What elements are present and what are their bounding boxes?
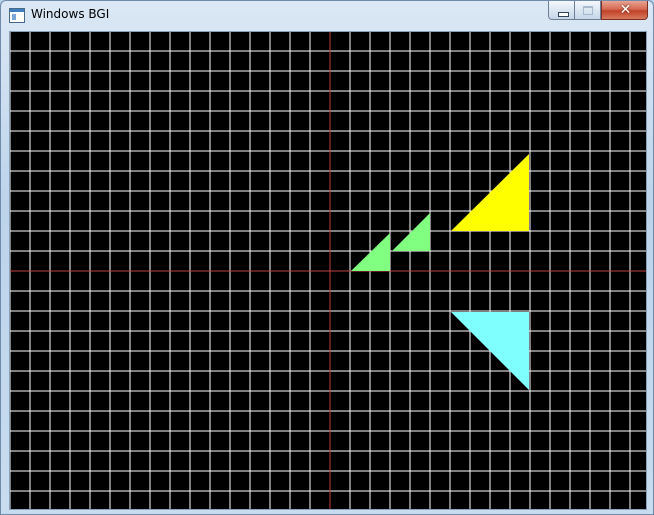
close-icon: ✕ — [619, 2, 632, 18]
app-icon[interactable] — [9, 8, 25, 23]
graphics-surface — [10, 32, 646, 509]
maximize-icon — [583, 6, 593, 15]
title-bar[interactable]: Windows BGI ✕ — [1, 1, 653, 29]
shapes — [351, 154, 529, 390]
green-triangle-large — [392, 213, 430, 251]
application-window: Windows BGI ✕ — [0, 0, 654, 515]
window-title: Windows BGI — [31, 7, 110, 21]
drawing-canvas — [9, 31, 647, 510]
close-button[interactable]: ✕ — [601, 1, 648, 20]
minimize-button[interactable] — [548, 1, 575, 20]
caption-buttons: ✕ — [548, 1, 648, 21]
minimize-icon — [558, 12, 569, 17]
axes — [10, 32, 646, 509]
maximize-button[interactable] — [575, 1, 601, 20]
